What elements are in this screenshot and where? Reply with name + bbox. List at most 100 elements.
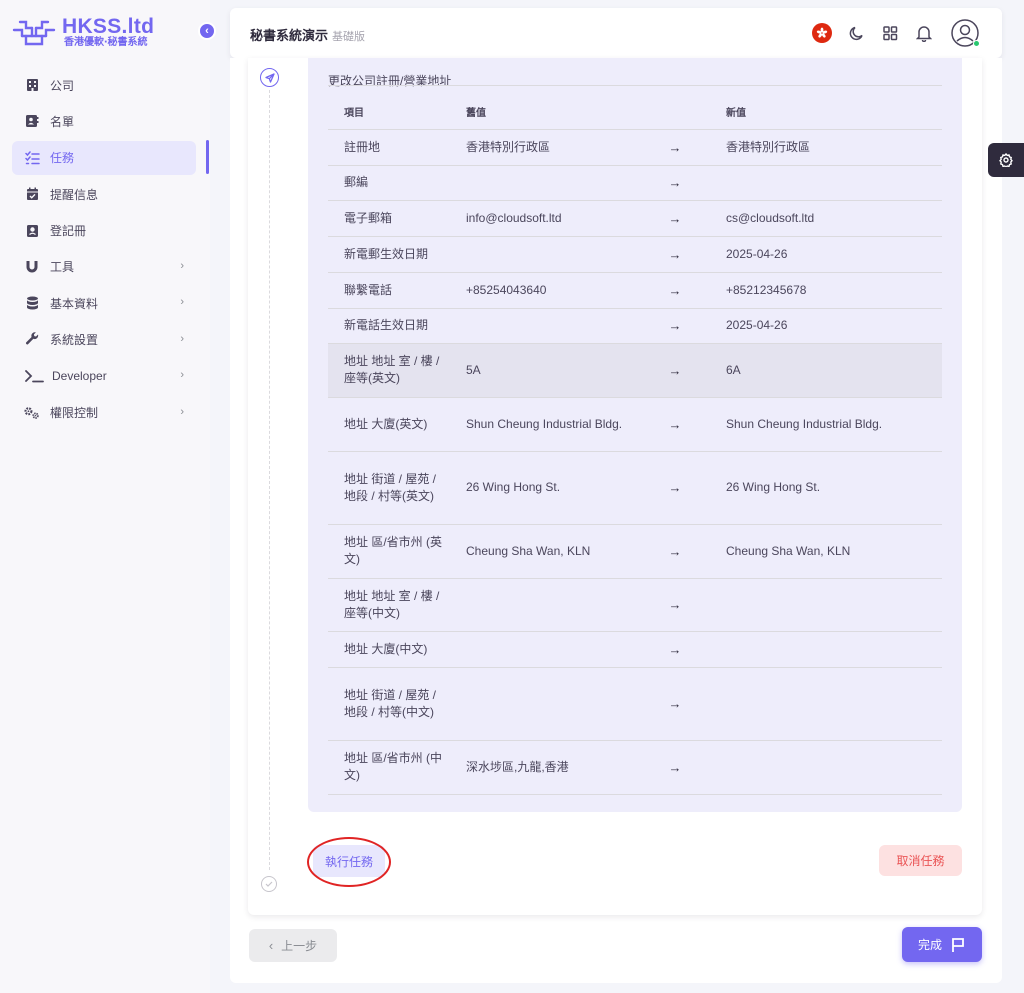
cell-arrow: → <box>640 129 710 166</box>
cell-old: 26 Wing Hong St. <box>450 451 640 525</box>
execute-task-button[interactable]: 執行任務 <box>313 845 385 877</box>
calendar-check-icon <box>24 186 40 202</box>
cell-item: 地址 區/省市州 (英文) <box>328 524 450 579</box>
table-row: 聯繫電話 +85254043640 → +85212345678 <box>328 272 942 309</box>
user-avatar[interactable] <box>950 18 980 48</box>
building-icon <box>24 77 40 93</box>
cell-new: 香港特別行政區 <box>710 129 942 166</box>
sidebar-item-system-settings[interactable]: 系統設置 › <box>12 323 196 357</box>
flag-icon <box>952 937 964 952</box>
terminal-icon <box>24 368 46 384</box>
cell-arrow: → <box>640 740 710 795</box>
check-circle-icon <box>261 876 277 892</box>
cell-new <box>710 631 942 668</box>
sidebar-item-company[interactable]: 公司 <box>12 68 196 102</box>
table-row: 電子郵箱 info@cloudsoft.ltd → cs@cloudsoft.ltd <box>328 200 942 237</box>
chevron-right-icon: › <box>180 332 184 345</box>
change-table: 項目 舊值 新值 註冊地 香港特別行政區 → 香港特別行政區 郵編 → 電子郵箱 info@c… <box>328 94 942 795</box>
cell-arrow: → <box>640 308 710 344</box>
chevron-right-icon: › <box>180 405 184 418</box>
sidebar-item-label: 任務 <box>50 151 75 166</box>
gear-icon <box>999 153 1013 167</box>
moon-icon[interactable] <box>846 23 866 43</box>
brand-logo[interactable]: HKSS.ltd 香港優軟‧秘書系統 <box>10 16 154 50</box>
cancel-task-button[interactable]: 取消任務 <box>879 845 962 876</box>
sidebar-item-reminders[interactable]: 提醒信息 <box>12 177 196 211</box>
logo-knot-icon <box>12 20 56 46</box>
done-button[interactable]: 完成 <box>902 927 982 962</box>
cell-old <box>450 236 640 273</box>
table-row: 地址 地址 室 / 樓 / 座等(英文) 5A → 6A <box>328 343 942 398</box>
send-icon <box>260 68 279 87</box>
cell-item: 聯繫電話 <box>328 272 450 309</box>
app-title: 秘書系統演示 <box>250 28 329 43</box>
sidebar-collapse-button[interactable]: ‹ <box>198 22 216 40</box>
chevron-left-icon: ‹ <box>268 938 274 953</box>
cell-arrow: → <box>640 524 710 579</box>
cell-old <box>450 667 640 741</box>
cell-new <box>710 165 942 201</box>
online-status-dot <box>973 40 980 47</box>
cell-old <box>450 165 640 201</box>
previous-step-label: 上一步 <box>281 939 318 953</box>
language-switcher[interactable] <box>812 23 832 43</box>
table-row: 地址 大廈(中文) → <box>328 631 942 668</box>
cell-item: 地址 大廈(中文) <box>328 631 450 668</box>
page-title: 秘書系統演示 基礎版 <box>250 25 365 44</box>
cell-new: 6A <box>710 343 942 398</box>
table-row: 註冊地 香港特別行政區 → 香港特別行政區 <box>328 129 942 166</box>
wrench-icon <box>24 332 40 348</box>
cell-item: 電子郵箱 <box>328 200 450 237</box>
cell-old: 5A <box>450 343 640 398</box>
column-header-item: 項目 <box>328 94 450 130</box>
active-indicator <box>206 140 209 174</box>
bell-icon[interactable] <box>914 23 934 43</box>
cell-new: Cheung Sha Wan, KLN <box>710 524 942 579</box>
chevron-left-icon: ‹ <box>205 25 209 37</box>
cell-item: 新電郵生效日期 <box>328 236 450 273</box>
settings-customizer-button[interactable] <box>988 143 1024 177</box>
table-row: 郵編 → <box>328 165 942 201</box>
chevron-right-icon: › <box>180 369 184 382</box>
sidebar-item-tools[interactable]: 工具 › <box>12 250 196 284</box>
cell-item: 郵編 <box>328 165 450 201</box>
chevron-right-icon: › <box>180 259 184 272</box>
sidebar-item-tasks[interactable]: 任務 <box>12 140 196 175</box>
cell-new: +85212345678 <box>710 272 942 309</box>
sidebar-item-label: 權限控制 <box>50 406 99 421</box>
cell-new <box>710 740 942 795</box>
sidebar-item-basic-data[interactable]: 基本資料 › <box>12 286 196 320</box>
sidebar-item-label: 提醒信息 <box>50 187 99 202</box>
table-row: 地址 區/省市州 (中文) 深水埗區,九龍,香港 → <box>328 740 942 795</box>
cell-new: Shun Cheung Industrial Bldg. <box>710 397 942 452</box>
table-header-row: 項目 舊值 新值 <box>328 94 942 130</box>
previous-step-button[interactable]: ‹ 上一步 <box>249 929 337 962</box>
sidebar-item-contacts[interactable]: 名單 <box>12 104 196 138</box>
cell-item: 地址 地址 室 / 樓 / 座等(中文) <box>328 578 450 632</box>
sidebar-item-permissions[interactable]: 權限控制 › <box>12 396 196 430</box>
cell-old: 香港特別行政區 <box>450 129 640 166</box>
cell-old <box>450 308 640 344</box>
cell-item: 新電話生效日期 <box>328 308 450 344</box>
cell-new: 26 Wing Hong St. <box>710 451 942 525</box>
cell-new <box>710 578 942 632</box>
cell-new: 2025-04-26 <box>710 236 942 273</box>
table-row: 新電話生效日期 → 2025-04-26 <box>328 308 942 344</box>
apps-grid-icon[interactable] <box>880 23 900 43</box>
sidebar-item-label: 公司 <box>50 78 75 93</box>
sidebar-item-register[interactable]: 登記冊 <box>12 214 196 248</box>
cell-new: cs@cloudsoft.ltd <box>710 200 942 237</box>
table-row: 地址 街道 / 屋苑 / 地段 / 村等(中文) → <box>328 667 942 741</box>
sidebar-item-developer[interactable]: Developer › <box>12 359 196 393</box>
table-row: 地址 區/省市州 (英文) Cheung Sha Wan, KLN → Cheung … <box>328 524 942 579</box>
cell-old: 深水埗區,九龍,香港 <box>450 740 640 795</box>
done-label: 完成 <box>917 938 942 952</box>
database-icon <box>24 295 40 311</box>
brand-name: HKSS.ltd <box>62 15 155 38</box>
sidebar: HKSS.ltd 香港優軟‧秘書系統 ‹ 公司 名單 任務 提醒信息 登記冊 工… <box>0 0 216 993</box>
cell-item: 地址 街道 / 屋苑 / 地段 / 村等(英文) <box>328 451 450 525</box>
cell-arrow: → <box>640 165 710 201</box>
column-header-arrow <box>640 94 710 130</box>
cell-new <box>710 667 942 741</box>
sidebar-menu: 公司 名單 任務 提醒信息 登記冊 工具 › 基本資料 › 系統設置 › Dev… <box>12 68 196 432</box>
